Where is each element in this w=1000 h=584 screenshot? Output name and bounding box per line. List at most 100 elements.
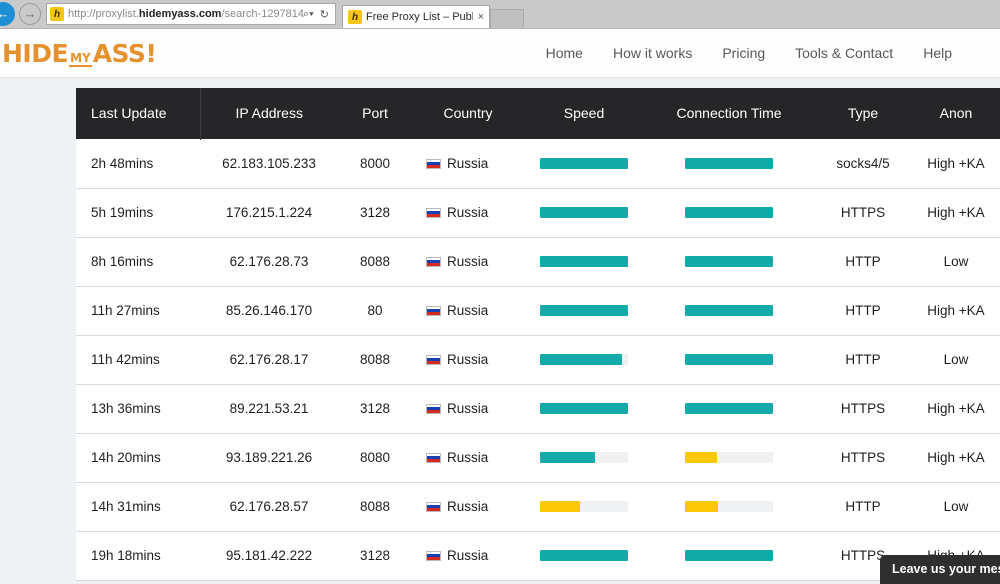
cell-last-update: 2h 48mins xyxy=(76,139,200,188)
cell-connection-time-bar-fill xyxy=(685,452,717,463)
cell-port: 8088 xyxy=(338,482,412,531)
cell-connection-time-bar-track xyxy=(685,354,773,365)
cell-speed-bar-track xyxy=(540,256,628,267)
cell-port: 3128 xyxy=(338,384,412,433)
cell-connection-time-bar xyxy=(644,188,814,237)
table-row[interactable]: 11h 42mins62.176.28.178088RussiaHTTPLow xyxy=(76,335,1000,384)
ru-flag-icon xyxy=(426,355,441,365)
site-logo[interactable]: HIDEMYASS! xyxy=(0,39,156,68)
cell-last-update: 11h 27mins xyxy=(76,286,200,335)
cell-speed-bar-fill xyxy=(540,256,628,267)
column-header-port[interactable]: Port xyxy=(338,88,412,139)
cell-connection-time-bar xyxy=(644,139,814,188)
browser-tab[interactable]: h Free Proxy List – Public Prox... × xyxy=(342,5,490,28)
column-header-country[interactable]: Country xyxy=(412,88,524,139)
cell-ip-address: 85.26.146.170 xyxy=(200,286,338,335)
refresh-icon[interactable]: ↻ xyxy=(320,8,329,21)
country-label: Russia xyxy=(447,548,488,563)
cell-connection-time-bar-fill xyxy=(685,256,773,267)
cell-country: Russia xyxy=(412,482,524,531)
cell-type: HTTP xyxy=(814,286,912,335)
nav-item-tools-contact[interactable]: Tools & Contact xyxy=(795,45,893,61)
country-label: Russia xyxy=(447,352,488,367)
ru-flag-icon xyxy=(426,453,441,463)
url-suffix: /search-1297814#listable xyxy=(221,8,303,20)
search-icon[interactable]: ⌕▾ xyxy=(303,8,314,21)
cell-connection-time-bar-track xyxy=(685,256,773,267)
country-cell-content: Russia xyxy=(412,156,524,171)
nav-item-help[interactable]: Help xyxy=(923,45,952,61)
column-header-last-update[interactable]: Last Update xyxy=(76,88,200,139)
table-body: 2h 48mins62.183.105.2338000Russiasocks4/… xyxy=(76,139,1000,580)
cell-port: 80 xyxy=(338,286,412,335)
cell-country: Russia xyxy=(412,188,524,237)
column-header-speed[interactable]: Speed xyxy=(524,88,644,139)
table-row[interactable]: 13h 36mins89.221.53.213128RussiaHTTPSHig… xyxy=(76,384,1000,433)
address-bar[interactable]: h http://proxylist.hidemyass.com/search-… xyxy=(46,3,336,25)
page-root: ← → h http://proxylist.hidemyass.com/sea… xyxy=(0,0,1000,584)
cell-speed-bar xyxy=(524,335,644,384)
cell-speed-bar-fill xyxy=(540,550,628,561)
country-label: Russia xyxy=(447,156,488,171)
country-label: Russia xyxy=(447,205,488,220)
cell-ip-address: 62.176.28.57 xyxy=(200,482,338,531)
cell-anon: Low xyxy=(912,335,1000,384)
cell-country: Russia xyxy=(412,433,524,482)
table-row[interactable]: 14h 20mins93.189.221.268080RussiaHTTPSHi… xyxy=(76,433,1000,482)
country-label: Russia xyxy=(447,303,488,318)
close-icon[interactable]: × xyxy=(478,11,484,23)
cell-port: 8000 xyxy=(338,139,412,188)
new-tab-button[interactable] xyxy=(490,9,524,28)
cell-speed-bar-track xyxy=(540,158,628,169)
cell-connection-time-bar-fill xyxy=(685,354,773,365)
cell-anon: High +KA xyxy=(912,188,1000,237)
column-header-type[interactable]: Type xyxy=(814,88,912,139)
table-row[interactable]: 5h 19mins176.215.1.2243128RussiaHTTPSHig… xyxy=(76,188,1000,237)
forward-arrow-icon[interactable]: → xyxy=(19,3,41,25)
cell-speed-bar xyxy=(524,237,644,286)
country-cell-content: Russia xyxy=(412,548,524,563)
site-header: HIDEMYASS! Home How it works Pricing Too… xyxy=(0,29,1000,78)
cell-connection-time-bar-track xyxy=(685,207,773,218)
cell-port: 8080 xyxy=(338,433,412,482)
column-header-connection-time[interactable]: Connection Time xyxy=(644,88,814,139)
back-arrow-icon[interactable]: ← xyxy=(0,2,15,26)
cell-connection-time-bar-track xyxy=(685,305,773,316)
tab-favicon-icon: h xyxy=(348,10,362,24)
table-row[interactable]: 2h 48mins62.183.105.2338000Russiasocks4/… xyxy=(76,139,1000,188)
cell-ip-address: 62.176.28.73 xyxy=(200,237,338,286)
nav-item-pricing[interactable]: Pricing xyxy=(722,45,765,61)
cell-port: 3128 xyxy=(338,531,412,580)
cell-anon: High +KA xyxy=(912,384,1000,433)
country-cell-content: Russia xyxy=(412,254,524,269)
cell-speed-bar xyxy=(524,531,644,580)
cell-type: socks4/5 xyxy=(814,139,912,188)
table-row[interactable]: 14h 31mins62.176.28.578088RussiaHTTPLow xyxy=(76,482,1000,531)
country-cell-content: Russia xyxy=(412,450,524,465)
cell-speed-bar-track xyxy=(540,501,628,512)
cell-connection-time-bar-track xyxy=(685,403,773,414)
url-text: http://proxylist.hidemyass.com/search-12… xyxy=(68,8,303,20)
nav-item-how-it-works[interactable]: How it works xyxy=(613,45,692,61)
cell-speed-bar-track xyxy=(540,305,628,316)
table-row[interactable]: 19h 18mins95.181.42.2223128RussiaHTTPSHi… xyxy=(76,531,1000,580)
cell-anon: High +KA xyxy=(912,286,1000,335)
column-header-anon[interactable]: Anon xyxy=(912,88,1000,139)
table-header: Last Update IP Address Port Country Spee… xyxy=(76,88,1000,139)
table-row[interactable]: 8h 16mins62.176.28.738088RussiaHTTPLow xyxy=(76,237,1000,286)
cell-connection-time-bar-fill xyxy=(685,403,773,414)
leave-message-chat-tab[interactable]: Leave us your mes xyxy=(880,555,1000,584)
nav-item-home[interactable]: Home xyxy=(546,45,583,61)
table-row[interactable]: 11h 27mins85.26.146.17080 Russia HTTPHigh … xyxy=(76,286,1000,335)
cell-speed-bar xyxy=(524,384,644,433)
ru-flag-icon xyxy=(426,551,441,561)
country-cell-content: Russia xyxy=(412,499,524,514)
ru-flag-icon xyxy=(426,306,441,316)
cell-connection-time-bar-fill xyxy=(685,501,718,512)
cell-ip-address: 95.181.42.222 xyxy=(200,531,338,580)
cell-country: Russia xyxy=(412,139,524,188)
logo-part-hide: HIDE xyxy=(2,39,68,68)
column-header-ip-address[interactable]: IP Address xyxy=(200,88,338,139)
cell-country: Russia xyxy=(412,335,524,384)
cell-last-update: 13h 36mins xyxy=(76,384,200,433)
